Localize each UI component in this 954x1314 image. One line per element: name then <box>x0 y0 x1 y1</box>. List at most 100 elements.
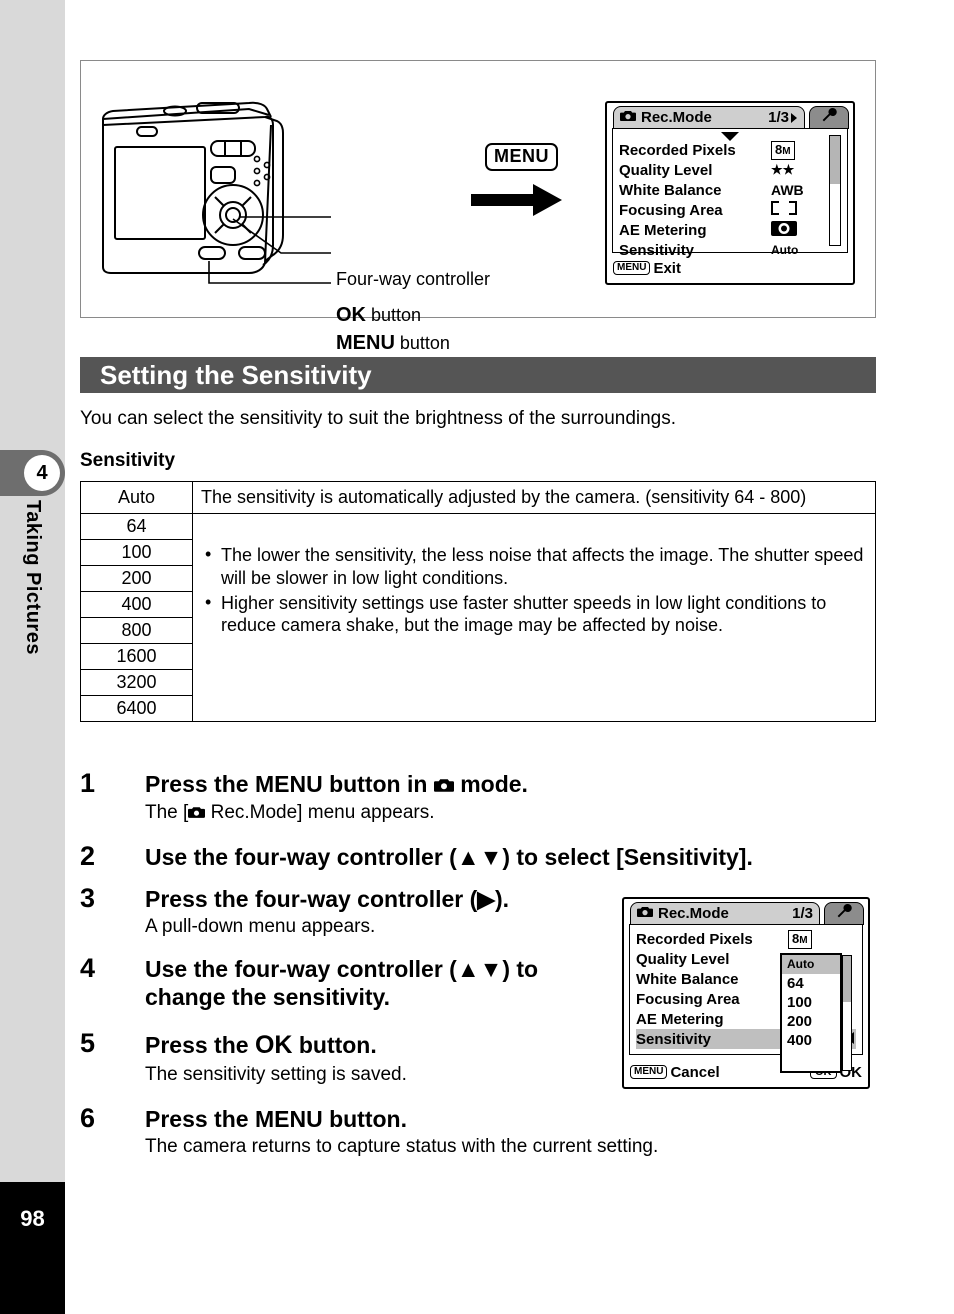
white-balance-value: AWB <box>771 182 804 198</box>
label-ok-key: OK <box>336 304 366 326</box>
step-title: Use the four-way controller (▲▼) to sele… <box>145 844 753 870</box>
menu-key-chip: MENU <box>613 261 651 275</box>
tab-rec-mode[interactable]: Rec.Mode 1/3 <box>630 902 820 925</box>
table-cell-value: 100 <box>80 538 193 566</box>
recorded-pixels-value: 8M <box>771 140 795 160</box>
step-title: Press the MENU button. <box>145 1105 880 1133</box>
tab-page-indicator: 1/3 <box>768 109 798 126</box>
lcd-menu-list: Recorded Pixels 8M Quality Level White B… <box>629 924 863 1073</box>
section-title: Setting the Sensitivity <box>100 359 372 390</box>
dropdown-option[interactable]: 64 <box>782 974 840 993</box>
footer-exit-label: Exit <box>653 259 681 277</box>
step-desc: The camera returns to capture status wit… <box>145 1136 659 1158</box>
section-intro: You can select the sensitivity to suit t… <box>80 408 677 429</box>
table-cell-value: 1600 <box>80 642 193 670</box>
step-1: 1 Press the MENU button in mode. The [ R… <box>80 768 880 825</box>
dropdown-option-selected[interactable]: Auto <box>782 955 840 974</box>
step-2: 2 Use the four-way controller (▲▼) to se… <box>80 841 900 871</box>
step-5: 5 Press the OK button. The sensitivity s… <box>80 1028 620 1086</box>
label-menu-key: MENU <box>336 332 395 354</box>
footer-cancel-label: Cancel <box>670 1063 720 1081</box>
quality-level-value: ★★ <box>771 162 795 177</box>
step-6: 6 Press the MENU button. The camera retu… <box>80 1103 880 1158</box>
chevron-right-icon <box>791 112 797 123</box>
label-ok-suffix: button <box>366 305 422 325</box>
table-row: Auto The sensitivity is automatically ad… <box>80 481 876 514</box>
list-item: Higher sensitivity settings use faster s… <box>201 591 867 638</box>
step-desc-part: The [ <box>145 802 189 824</box>
lcd-menu-list: Recorded Pixels 8M Quality Level ★★ Whit… <box>612 128 848 259</box>
lcd-screen-sensitivity-dropdown: Rec.Mode 1/3 Recorded Pixels 8M Quality … <box>622 897 870 1089</box>
step-title: Press the MENU button in mode. <box>145 770 880 799</box>
lcd-screen-rec-mode: Rec.Mode 1/3 Recorded Pixels 8M Quality … <box>605 101 855 285</box>
dropdown-option[interactable]: 200 <box>782 1012 840 1031</box>
step-number: 1 <box>80 768 96 798</box>
step-desc: A pull-down menu appears. <box>145 916 376 938</box>
label-menu-suffix: button <box>394 333 450 353</box>
tab-setup-wrench[interactable] <box>809 106 849 129</box>
step-key-menu: MENU <box>254 1106 323 1132</box>
menu-row-label: Sensitivity <box>636 1030 712 1048</box>
illustration-panel: Four-way controller OK button MENU butto… <box>80 60 876 354</box>
label-ok-button: OK button <box>336 304 421 327</box>
tab-rec-mode[interactable]: Rec.Mode 1/3 <box>613 106 805 129</box>
tab-page-indicator: 1/3 <box>792 905 813 922</box>
step-title-part: Press the <box>145 1032 255 1058</box>
dropdown-scrollbar[interactable] <box>842 955 852 1071</box>
table-cell-value: 6400 <box>80 694 193 722</box>
step-number: 5 <box>80 1028 96 1058</box>
table-cell-value: 400 <box>80 590 193 618</box>
camera-icon <box>637 905 653 923</box>
section-header: Setting the Sensitivity <box>80 357 876 393</box>
dropdown-option[interactable]: 100 <box>782 993 840 1012</box>
step-number: 3 <box>80 883 96 913</box>
tab-setup-wrench[interactable] <box>824 902 864 925</box>
chapter-number: 4 <box>24 455 60 491</box>
table-cell-notes: The lower the sensitivity, the less nois… <box>192 512 876 722</box>
menu-row-label: Recorded Pixels <box>619 141 736 159</box>
menu-row[interactable]: AE Metering <box>619 220 841 240</box>
table-cell-auto: Auto <box>80 481 193 514</box>
step-number: 6 <box>80 1103 96 1133</box>
table-cell-auto-desc: The sensitivity is automatically adjuste… <box>192 481 876 514</box>
dropdown-option[interactable]: 400 <box>782 1031 840 1050</box>
step-title-part: button. <box>292 1032 377 1058</box>
wrench-icon <box>836 903 852 924</box>
step-desc: The sensitivity setting is saved. <box>145 1063 407 1085</box>
tab-page-text: 1/3 <box>768 109 789 126</box>
chapter-label-text: Taking Pictures <box>22 500 44 655</box>
focusing-area-icon <box>771 201 797 219</box>
menu-row[interactable]: Recorded Pixels 8M <box>636 929 856 949</box>
camera-icon <box>433 771 454 799</box>
chapter-sidebar: 4 Taking Pictures <box>0 0 65 1182</box>
ae-metering-icon <box>771 220 797 240</box>
menu-row-label: White Balance <box>619 181 722 199</box>
menu-key-chip: MENU <box>485 143 558 171</box>
step-4: 4 Use the four-way controller (▲▼) to ch… <box>80 953 620 1011</box>
wrench-icon <box>821 107 837 128</box>
step-desc-part: Rec.Mode] menu appears. <box>205 802 435 824</box>
menu-row[interactable]: White Balance AWB <box>619 180 841 200</box>
lcd-tab-row: Rec.Mode 1/3 <box>624 899 868 925</box>
menu-scrollbar[interactable] <box>829 135 841 246</box>
flow-arrow-icon <box>471 183 563 222</box>
table-cell-value: 800 <box>80 616 193 644</box>
step-title: Use the four-way controller (▲▼) to chan… <box>145 956 539 1011</box>
menu-row[interactable]: Quality Level ★★ <box>619 160 841 180</box>
step-key-ok: OK <box>254 1031 293 1059</box>
page-number-block: 98 <box>0 1182 65 1314</box>
step-number: 2 <box>80 841 96 871</box>
menu-row[interactable]: Focusing Area <box>619 200 841 220</box>
step-title-part: Press the <box>145 1106 255 1132</box>
notes-list: The lower the sensitivity, the less nois… <box>201 543 867 638</box>
menu-scrollbar-thumb[interactable] <box>830 136 840 184</box>
sensitivity-dropdown[interactable]: Auto 64 100 200 400 <box>780 953 852 1073</box>
table-cell-value: 64 <box>80 512 193 540</box>
section-subhead: Sensitivity <box>80 450 176 471</box>
menu-row-label: Quality Level <box>619 161 713 179</box>
camera-icon <box>620 109 636 127</box>
caret-down-icon <box>721 128 739 146</box>
dropdown-scrollbar-thumb[interactable] <box>843 956 851 1002</box>
table-row: 64 The lower the sensitivity, the less n… <box>80 512 876 722</box>
step-desc: The [ Rec.Mode] menu appears. <box>145 802 880 825</box>
